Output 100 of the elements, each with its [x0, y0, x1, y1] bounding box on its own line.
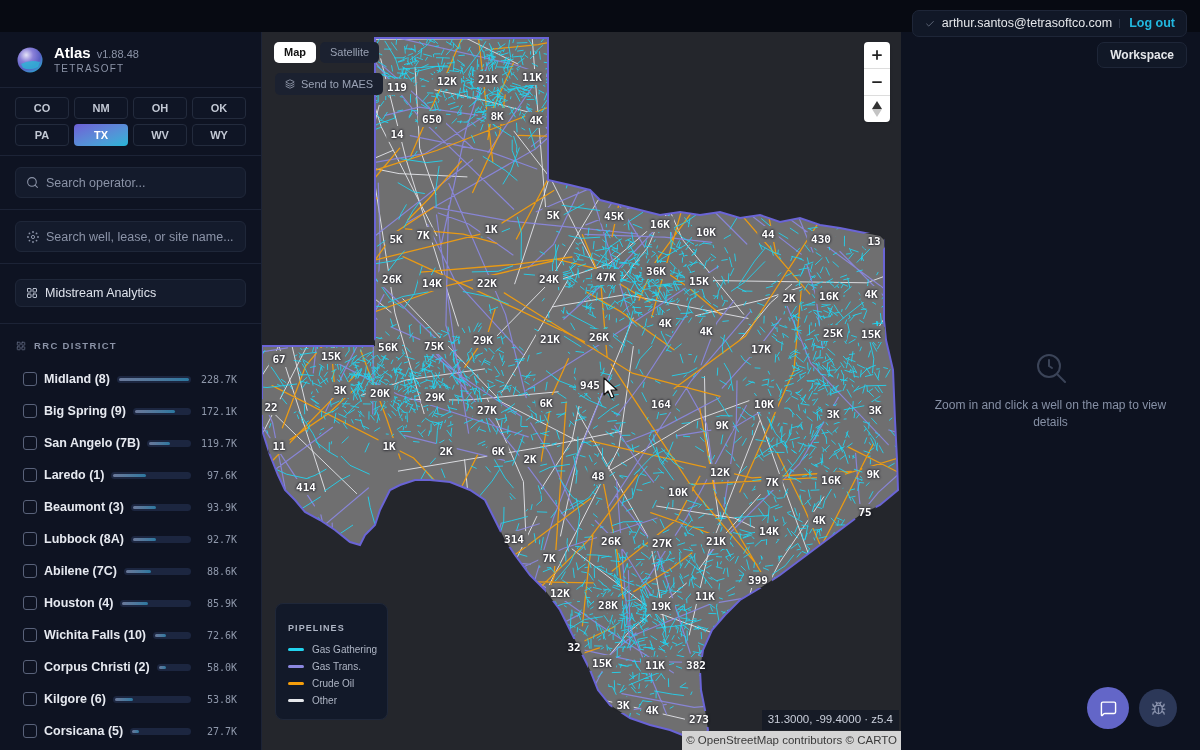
cluster-label[interactable]: 6K: [491, 445, 505, 457]
pipeline-map-drawing[interactable]: [262, 32, 901, 750]
cluster-label[interactable]: 3K: [333, 384, 347, 396]
cluster-label[interactable]: 27K: [652, 537, 672, 549]
cluster-label[interactable]: 44: [761, 228, 775, 240]
cluster-label[interactable]: 164: [651, 398, 671, 410]
state-tab[interactable]: NM: [74, 97, 128, 119]
cluster-label[interactable]: 29K: [473, 334, 493, 346]
cluster-label[interactable]: 10K: [754, 398, 774, 410]
logout-link[interactable]: Log out: [1129, 14, 1175, 33]
cluster-label[interactable]: 4K: [645, 704, 659, 716]
cluster-label[interactable]: 28K: [598, 599, 618, 611]
cluster-label[interactable]: 7K: [765, 476, 779, 488]
map-type-tab[interactable]: Satellite: [320, 42, 380, 63]
cluster-label[interactable]: 29K: [425, 391, 445, 403]
cluster-label[interactable]: 8K: [490, 110, 504, 122]
chat-button[interactable]: [1087, 687, 1129, 729]
cluster-label[interactable]: 1K: [382, 440, 396, 452]
bug-report-button[interactable]: [1139, 689, 1177, 727]
cluster-label[interactable]: 1K: [484, 223, 498, 235]
cluster-label[interactable]: 19K: [651, 600, 671, 612]
cluster-label[interactable]: 3K: [826, 408, 840, 420]
cluster-label[interactable]: 382: [686, 659, 706, 671]
cluster-label[interactable]: 16K: [819, 290, 839, 302]
cluster-label[interactable]: 4K: [864, 288, 878, 300]
cluster-label[interactable]: 26K: [589, 331, 609, 343]
analytics-button[interactable]: Midstream Analytics: [15, 279, 246, 307]
checkbox[interactable]: [23, 468, 37, 482]
cluster-label[interactable]: 36K: [646, 265, 666, 277]
cluster-label[interactable]: 4K: [658, 317, 672, 329]
cluster-label[interactable]: 12K: [550, 587, 570, 599]
cluster-label[interactable]: 12K: [710, 466, 730, 478]
cluster-label[interactable]: 430: [811, 233, 831, 245]
cluster-label[interactable]: 45K: [604, 210, 624, 222]
cluster-label[interactable]: 11K: [522, 71, 542, 83]
cluster-label[interactable]: 2K: [523, 453, 537, 465]
checkbox[interactable]: [23, 628, 37, 642]
cluster-label[interactable]: 5K: [389, 233, 403, 245]
cluster-label[interactable]: 650: [422, 113, 442, 125]
cluster-label[interactable]: 15K: [321, 350, 341, 362]
cluster-label[interactable]: 4K: [812, 514, 826, 526]
state-tab[interactable]: PA: [15, 124, 69, 146]
cluster-label[interactable]: 21K: [478, 73, 498, 85]
cluster-label[interactable]: 5K: [546, 209, 560, 221]
cluster-label[interactable]: 4K: [699, 325, 713, 337]
map-type-tab[interactable]: Map: [274, 42, 316, 63]
cluster-label[interactable]: 26K: [382, 273, 402, 285]
state-tab[interactable]: CO: [15, 97, 69, 119]
state-tab[interactable]: WV: [133, 124, 187, 146]
cluster-label[interactable]: 14: [390, 128, 404, 140]
cluster-label[interactable]: 10K: [668, 486, 688, 498]
cluster-label[interactable]: 14K: [759, 525, 779, 537]
checkbox[interactable]: [23, 564, 37, 578]
checkbox[interactable]: [23, 724, 37, 738]
cluster-label[interactable]: 7K: [416, 229, 430, 241]
cluster-label[interactable]: 314: [504, 533, 524, 545]
cluster-label[interactable]: 9K: [866, 468, 880, 480]
checkbox[interactable]: [23, 532, 37, 546]
checkbox[interactable]: [23, 404, 37, 418]
cluster-label[interactable]: 945: [580, 379, 600, 391]
cluster-label[interactable]: 399: [748, 574, 768, 586]
cluster-label[interactable]: 15K: [689, 275, 709, 287]
checkbox[interactable]: [23, 436, 37, 450]
cluster-label[interactable]: 47K: [596, 271, 616, 283]
cluster-label[interactable]: 75: [858, 506, 872, 518]
cluster-label[interactable]: 3K: [868, 404, 882, 416]
cluster-label[interactable]: 22: [264, 401, 278, 413]
cluster-label[interactable]: 2K: [439, 445, 453, 457]
cluster-label[interactable]: 3K: [616, 699, 630, 711]
cluster-label[interactable]: 119: [387, 81, 407, 93]
cluster-label[interactable]: 7K: [542, 552, 556, 564]
cluster-label[interactable]: 22K: [477, 277, 497, 289]
cluster-label[interactable]: 14K: [422, 277, 442, 289]
cluster-label[interactable]: 6K: [539, 397, 553, 409]
state-tab[interactable]: TX: [74, 124, 128, 146]
cluster-label[interactable]: 9K: [715, 419, 729, 431]
cluster-label[interactable]: 26K: [601, 535, 621, 547]
workspace-button[interactable]: Workspace: [1097, 42, 1187, 68]
cluster-label[interactable]: 20K: [370, 387, 390, 399]
cluster-label[interactable]: 17K: [751, 343, 771, 355]
cluster-label[interactable]: 16K: [650, 218, 670, 230]
cluster-label[interactable]: 48: [591, 470, 605, 482]
cluster-label[interactable]: 15K: [592, 657, 612, 669]
cluster-label[interactable]: 4K: [529, 114, 543, 126]
checkbox[interactable]: [23, 372, 37, 386]
checkbox[interactable]: [23, 660, 37, 674]
cluster-label[interactable]: 27K: [477, 404, 497, 416]
cluster-label[interactable]: 32: [567, 641, 581, 653]
cluster-label[interactable]: 75K: [424, 340, 444, 352]
cluster-label[interactable]: 16K: [821, 474, 841, 486]
checkbox[interactable]: [23, 500, 37, 514]
cluster-label[interactable]: 12K: [437, 75, 457, 87]
operator-search-field[interactable]: Search operator...: [15, 167, 246, 198]
cluster-label[interactable]: 11: [272, 440, 286, 452]
cluster-label[interactable]: 11K: [645, 659, 665, 671]
checkbox[interactable]: [23, 692, 37, 706]
checkbox[interactable]: [23, 596, 37, 610]
cluster-label[interactable]: 13: [867, 235, 881, 247]
cluster-label[interactable]: 273: [689, 713, 709, 725]
state-tab[interactable]: OK: [192, 97, 246, 119]
